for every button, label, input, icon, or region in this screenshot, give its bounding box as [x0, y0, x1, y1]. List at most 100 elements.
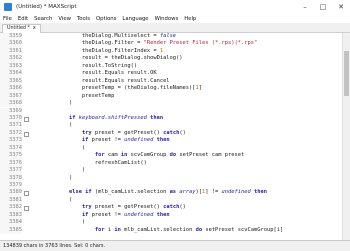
- menu-search[interactable]: Search: [31, 16, 55, 22]
- line-number: 3382: [0, 204, 22, 212]
- code-token: then: [156, 211, 170, 218]
- code-text: if preset != undefined then: [30, 212, 170, 219]
- menu-tools[interactable]: Tools: [74, 16, 93, 22]
- window-title: (Untitled) * MAXScript: [16, 4, 77, 10]
- code-text: for cam in scvCamGroup do setPreset cam …: [30, 152, 244, 159]
- code-editor[interactable]: 3359 theDialog.Multiselect = false 3360 t…: [0, 33, 350, 240]
- vertical-scrollbar[interactable]: [342, 33, 350, 240]
- status-bar: 134839 chars in 3763 lines. Sel: 0 chars…: [0, 240, 350, 251]
- code-text: theDialog.FilterIndex = 1: [30, 48, 163, 55]
- code-token: undefined: [221, 189, 251, 196]
- code-token: false: [159, 33, 177, 39]
- window-controls: – □ ✕: [296, 0, 350, 14]
- code-line: 3376 refreshCamList(): [0, 159, 336, 168]
- line-number: 3361: [0, 47, 22, 56]
- code-line: 3373 if preset != undefined then: [0, 137, 336, 145]
- minimize-icon[interactable]: –: [296, 0, 314, 14]
- code-token: i: [104, 226, 115, 233]
- line-number: 3359: [0, 33, 22, 41]
- code-line: 3359 theDialog.Multiselect = false: [0, 33, 336, 41]
- line-number: 3373: [0, 137, 22, 145]
- line-number: 3374: [0, 144, 22, 153]
- code-text: result.Equals result.OK: [30, 70, 157, 77]
- code-line: 3363 result.ToString(): [0, 62, 336, 71]
- code-text: if keyboard.shiftPressed then: [30, 115, 163, 122]
- line-number: 3372: [0, 129, 22, 138]
- code-text: refreshCamList(): [30, 160, 147, 167]
- code-token: else if: [68, 189, 92, 196]
- code-token: then: [156, 137, 170, 144]
- menu-language[interactable]: Language: [119, 16, 151, 22]
- code-token: (): [179, 204, 186, 211]
- tab-untitled[interactable]: Untitled * x: [2, 24, 41, 33]
- code-token: mlb_camList.selection: [120, 226, 196, 233]
- code-token: for: [94, 152, 105, 159]
- menu-edit[interactable]: Edit: [15, 16, 31, 22]
- code-text: theDialog.Filter = "Render Preset Files …: [30, 40, 257, 47]
- code-text: result.Equals result.Cancel: [30, 78, 170, 85]
- code-token: then: [150, 114, 164, 121]
- line-number: 3379: [0, 182, 22, 190]
- tab-close-icon[interactable]: x: [33, 26, 36, 31]
- code-line: 3383 if preset != undefined then: [0, 211, 336, 220]
- code-token: catch: [163, 129, 180, 136]
- code-token: (: [30, 196, 73, 203]
- code-token: presetTemp: [30, 92, 115, 99]
- code-token: theDialog.FilterIndex =: [30, 47, 160, 54]
- code-line: 3374 (: [0, 144, 336, 153]
- code-line: 3361 theDialog.FilterIndex = 1: [0, 47, 336, 56]
- maximize-icon[interactable]: □: [314, 0, 332, 14]
- code-token: ] !=: [205, 189, 222, 196]
- code-token: (): [179, 129, 186, 136]
- status-text: 134839 chars in 3763 lines. Sel: 0 chars…: [3, 243, 106, 249]
- app-icon: [4, 3, 12, 11]
- code-token: (: [30, 219, 86, 226]
- code-text: (: [30, 145, 85, 152]
- code-line: 3382 try preset = getPreset() catch(): [0, 204, 336, 212]
- code-line: 3384 (: [0, 219, 336, 227]
- line-number: 3368: [0, 100, 22, 108]
- code-token: scvCamGroup: [127, 152, 170, 159]
- line-number: 3380: [0, 189, 22, 197]
- code-token: "Render Preset Files (*.rps)|*.rps": [143, 40, 258, 47]
- code-token: theDialog.Multiselect =: [30, 33, 160, 39]
- code-token: result.Equals result.OK: [30, 70, 157, 77]
- code-token: (: [30, 122, 73, 129]
- code-text: presetTemp: [30, 93, 114, 100]
- code-text: (: [30, 122, 72, 129]
- close-icon[interactable]: ✕: [332, 0, 350, 14]
- line-number: 3369: [0, 107, 22, 115]
- code-line: 3365 result.Equals result.Cancel: [0, 77, 336, 86]
- code-token: result.ToString(): [30, 62, 138, 69]
- line-number: 3360: [0, 40, 22, 48]
- code-line: 3360 theDialog.Filter = "Render Preset F…: [0, 40, 336, 48]
- menu-help[interactable]: Help: [181, 16, 199, 22]
- code-token: (: [30, 144, 86, 151]
- line-number: 3366: [0, 85, 22, 93]
- line-number: 3384: [0, 219, 22, 227]
- code-text: if preset != undefined then: [30, 137, 170, 144]
- code-line: 3368 ): [0, 100, 336, 108]
- menu-file[interactable]: File: [0, 16, 15, 22]
- fold-marker-icon[interactable]: [24, 206, 29, 212]
- menu-view[interactable]: View: [55, 16, 74, 22]
- menu-options[interactable]: Options: [93, 16, 119, 22]
- code-token: refreshCamList(): [30, 159, 147, 166]
- code-token: undefined: [124, 211, 154, 218]
- code-line: 3380 else if (mlb_camList.selection as a…: [0, 189, 336, 197]
- fold-marker-icon[interactable]: [24, 116, 29, 122]
- menu-windows[interactable]: Windows: [152, 16, 182, 22]
- line-number: 3365: [0, 77, 22, 86]
- scrollbar-thumb[interactable]: [344, 51, 349, 96]
- fold-marker-icon[interactable]: [24, 191, 29, 197]
- code-token: ]: [198, 85, 203, 92]
- fold-marker-icon[interactable]: [24, 131, 29, 137]
- code-token: preset = getPreset(): [91, 129, 164, 136]
- code-token: preset !=: [88, 211, 125, 218]
- code-token: try: [81, 129, 92, 136]
